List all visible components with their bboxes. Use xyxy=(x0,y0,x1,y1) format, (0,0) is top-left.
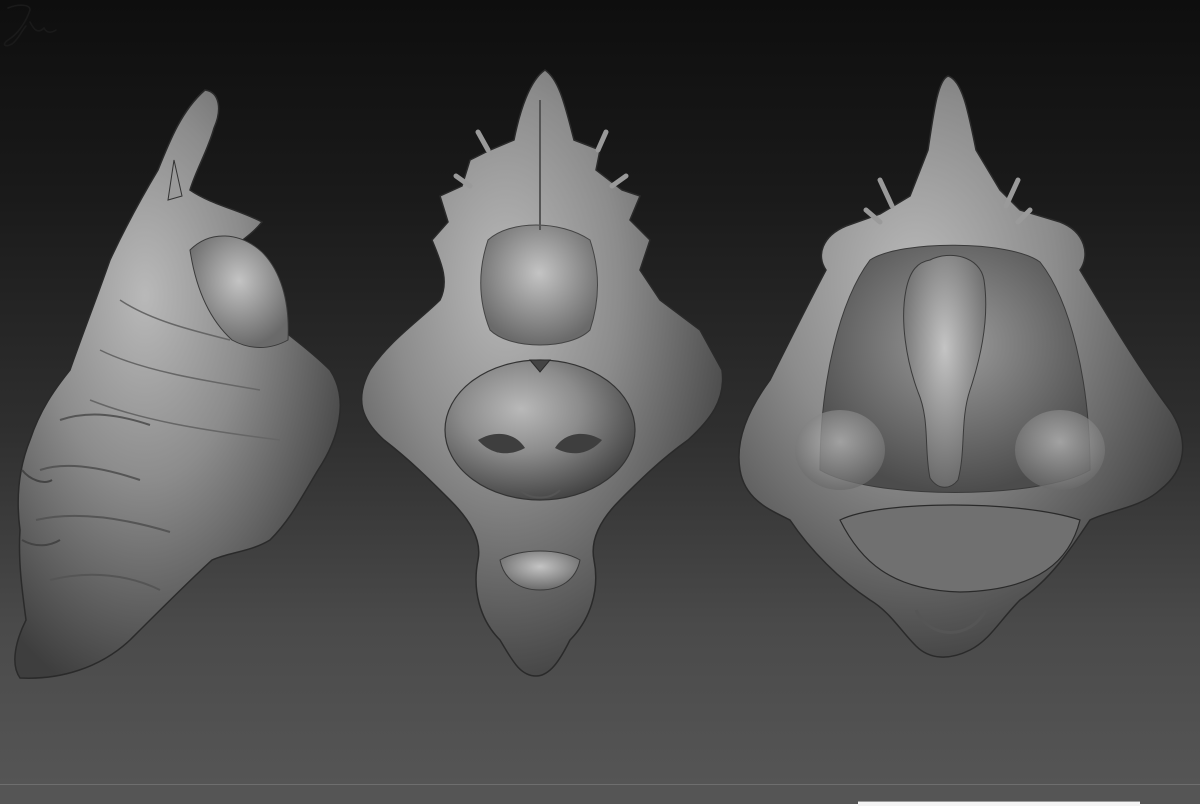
sculpt-viewport xyxy=(0,0,1200,784)
sculpt-canvas xyxy=(14,69,1184,679)
bottom-strip xyxy=(0,784,1200,806)
creature-head-front-view xyxy=(360,69,724,677)
artist-signature xyxy=(3,4,57,47)
creature-head-side-view xyxy=(14,89,342,679)
creature-head-underside-view xyxy=(738,75,1184,658)
